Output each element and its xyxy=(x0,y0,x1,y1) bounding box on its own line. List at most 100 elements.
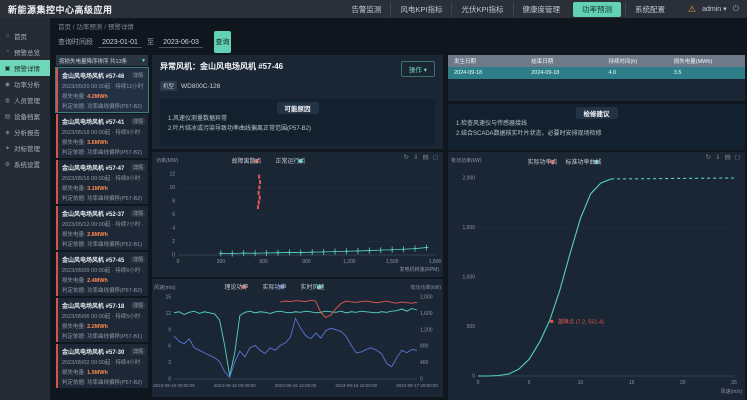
alarm-tag[interactable]: 详情 xyxy=(131,72,145,79)
sidebar-item[interactable]: ◍人员管理 xyxy=(0,92,50,108)
nav-item[interactable]: 功率预测 xyxy=(573,2,621,17)
alarm-turbine-title: 金山风电场风机 #57-47 xyxy=(62,163,124,172)
alarm-card[interactable]: 金山风电场风机 #57-41详情2023/05/18 00:00起 · 持续9小… xyxy=(56,114,148,158)
nav-item[interactable]: 系统配置 xyxy=(625,2,674,17)
sidebar-item-label: 人员管理 xyxy=(14,95,40,105)
chevron-down-icon: ▾ xyxy=(142,57,145,64)
alarm-card[interactable]: 金山风电场风机 #57-47详情2023/05/16 00:00起 · 持续8小… xyxy=(56,160,148,204)
alarm-card[interactable]: 金山风电场风机 #57-30详情2023/05/02 00:00起 · 持续4小… xyxy=(56,344,148,388)
alarm-tag[interactable]: 详情 xyxy=(131,256,145,263)
alarm-loss-line: 损失电量: 3.1MWh xyxy=(62,184,145,192)
download-icon[interactable]: ⇓ xyxy=(413,155,418,162)
sidebar: ⌂首页◔预警总览▣预警详情◉功率分析◍人员管理▤设备档案◈分析报告✦对标管理⚙系… xyxy=(0,18,50,400)
possible-causes-list: 1.风速仪测量数据异常2.叶片结冰或污染导致功率曲线偏离正常范围(P57-B2) xyxy=(160,114,435,134)
zoom-icon[interactable]: ◻ xyxy=(433,155,438,162)
power-icon[interactable]: ⏻ xyxy=(733,4,739,14)
alarm-loss-value: 3.1MWh xyxy=(87,186,108,192)
event-table: 发生日期结束日期持续时间(h)损失电量(MWh) 2024-09-182024-0… xyxy=(448,55,745,79)
timeseries-chart-card xyxy=(152,279,443,397)
user-menu[interactable]: admin ▾ xyxy=(702,5,727,13)
alarm-card[interactable]: 金山风电场风机 #52-37详情2023/05/12 00:00起 · 持续7小… xyxy=(56,206,148,250)
alarm-loss-value: 1.9MWh xyxy=(87,370,108,376)
download-icon[interactable]: ⇓ xyxy=(715,155,720,162)
nav-item[interactable]: 告警监测 xyxy=(342,2,390,17)
maintenance-suggestion-list: 1.检查风速仪与传感器接线2.结合SCADA数据核实叶片状态，必要时安排现场检修 xyxy=(448,119,745,139)
sidebar-item[interactable]: ◈分析报告 xyxy=(0,124,50,140)
action-dropdown-button[interactable]: 操作 ▾ xyxy=(401,61,435,77)
nav-item[interactable]: 光伏KPI指标 xyxy=(451,2,512,17)
sidebar-item[interactable]: ▤设备档案 xyxy=(0,108,50,124)
alarm-loss-line: 损失电量: 2.8MWh xyxy=(62,230,145,238)
alarm-card-header: 金山风电场风机 #57-41详情 xyxy=(62,117,145,126)
home-icon: ⌂ xyxy=(4,33,11,39)
alarm-loss-label: 损失电量: xyxy=(62,278,87,284)
alarm-sort-header[interactable]: 按损失电量降序排序 共13条 ▾ xyxy=(56,55,148,66)
data-view-icon[interactable]: ▤ xyxy=(724,155,730,162)
alarm-time: 2023/05/12 00:00起 · 持续7小时 · 1条 xyxy=(62,220,145,228)
refresh-icon[interactable]: ↻ xyxy=(706,155,711,162)
power-curve-card: ↻ ⇓ ▤ ◻ xyxy=(448,152,745,400)
possible-causes-box: 可能原因 1.风速仪测量数据异常2.叶片结冰或污染导致功率曲线偏离正常范围(P5… xyxy=(160,99,435,145)
alarm-loss-label: 损失电量: xyxy=(62,370,87,376)
table-header-cell: 持续时间(h) xyxy=(602,57,667,65)
power-curve-canvas xyxy=(448,152,745,400)
alarm-list-panel: 按损失电量降序排序 共13条 ▾ 金山风电场风机 #57-46 详情 2023/05… xyxy=(56,55,148,390)
nav-item[interactable]: 健康度管理 xyxy=(513,2,570,17)
refresh-icon[interactable]: ↻ xyxy=(404,155,409,162)
warning-icon[interactable]: ⚠ xyxy=(688,5,696,14)
table-header-cell: 损失电量(MWh) xyxy=(668,57,745,65)
sidebar-item[interactable]: ◉功率分析 xyxy=(0,76,50,92)
maintenance-suggestion-box: 检修建议 1.检查风速仪与传感器接线2.结合SCADA数据核实叶片状态，必要时安… xyxy=(448,104,745,150)
alarm-loss-label: 损失电量: xyxy=(62,186,87,192)
alarm-loss-value: 2.8MWh xyxy=(87,232,108,238)
query-time-label: 查询时间段 xyxy=(58,37,93,47)
alarm-turbine-title: 金山风电场风机 #57-30 xyxy=(62,347,124,356)
table-header-cell: 结束日期 xyxy=(525,57,602,65)
sidebar-item[interactable]: ⚙系统设置 xyxy=(0,156,50,172)
table-cell: 4.0 xyxy=(602,70,667,76)
breadcrumb-item[interactable]: 首页 xyxy=(58,24,71,31)
data-view-icon[interactable]: ▤ xyxy=(422,155,428,162)
alarm-tag[interactable]: 详情 xyxy=(131,164,145,171)
scatter-chart-card: ↻ ⇓ ▤ ◻ xyxy=(152,152,443,277)
alarm-tag[interactable]: 详情 xyxy=(131,210,145,217)
search-button[interactable]: 查询 xyxy=(214,31,231,53)
staff-icon: ◍ xyxy=(4,97,11,104)
table-header-cell: 发生日期 xyxy=(448,57,525,65)
table-cell: 3.5 xyxy=(668,70,745,76)
maintenance-suggestion-title: 检修建议 xyxy=(576,107,618,119)
alarm-card[interactable]: 金山风电场风机 #57-18详情2023/05/06 00:00起 · 持续5小… xyxy=(56,298,148,342)
alarm-card[interactable]: 金山风电场风机 #57-45详情2023/05/09 00:00起 · 持续6小… xyxy=(56,252,148,296)
alarm-tag[interactable]: 详情 xyxy=(131,302,145,309)
scatter-chart-canvas xyxy=(152,152,443,277)
end-date-input[interactable]: 2023-06-03 xyxy=(159,37,203,48)
alarm-basis: 判定依据: 功率曲线偏移(P52-B1) xyxy=(62,240,145,248)
alarm-loss-line: 损失电量: 1.9MWh xyxy=(62,368,145,376)
alert-overview-icon: ◔ xyxy=(4,49,11,55)
alarm-time: 2023/05/09 00:00起 · 持续6小时 · 1条 xyxy=(62,266,145,274)
suggestion-item: 1.检查风速仪与传感器接线 xyxy=(456,119,737,129)
alarm-loss-line: 损失电量: 3.6MWh xyxy=(62,138,145,146)
zoom-icon[interactable]: ◻ xyxy=(735,155,740,162)
alarm-tag[interactable]: 详情 xyxy=(131,348,145,355)
app-root: 新能源集控中心高级应用 告警监测风电KPI指标光伏KPI指标健康度管理功率预测系… xyxy=(0,0,747,400)
alarm-loss-value: 2.2MWh xyxy=(87,324,108,330)
breadcrumb-item[interactable]: 预警详情 xyxy=(108,24,134,31)
sidebar-item[interactable]: ✦对标管理 xyxy=(0,140,50,156)
alarm-loss-label: 损失电量: xyxy=(62,140,87,146)
chevron-down-icon: ▾ xyxy=(723,6,727,13)
nav-right-cluster: ⚠ admin ▾ ⏻ xyxy=(688,4,739,14)
nav-item[interactable]: 风电KPI指标 xyxy=(390,2,451,17)
sidebar-item[interactable]: ▣预警详情 xyxy=(0,60,50,76)
alarm-tag[interactable]: 详情 xyxy=(131,118,145,125)
alarm-turbine-title: 金山风电场风机 #57-46 xyxy=(62,71,124,80)
settings-icon: ⚙ xyxy=(4,161,11,168)
report-icon: ◈ xyxy=(4,129,11,136)
sidebar-item[interactable]: ⌂首页 xyxy=(0,28,50,44)
app-title: 新能源集控中心高级应用 xyxy=(8,3,113,16)
start-date-input[interactable]: 2023-01-01 xyxy=(98,37,142,48)
alarm-card[interactable]: 金山风电场风机 #57-46详情2023/05/20 00:00起 · 持续12… xyxy=(56,68,148,112)
breadcrumb-item[interactable]: 功率预测 xyxy=(76,24,102,31)
table-row[interactable]: 2024-09-182024-09-184.03.5 xyxy=(448,67,745,79)
sidebar-item[interactable]: ◔预警总览 xyxy=(0,44,50,60)
